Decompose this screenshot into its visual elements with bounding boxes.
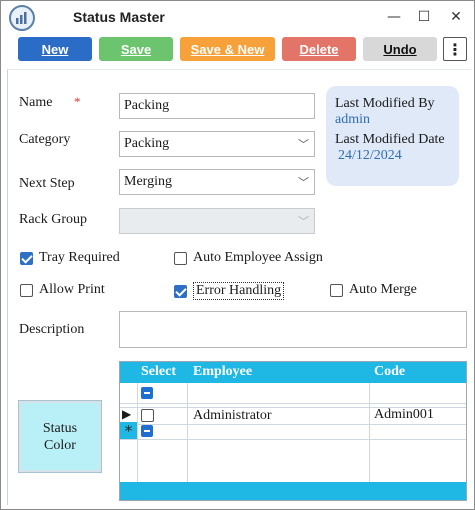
minimize-button[interactable]: —	[381, 5, 407, 29]
category-select[interactable]: Packing ﹀	[119, 131, 315, 157]
last-modified-date-label: Last Modified Date	[335, 132, 445, 147]
next-step-label: Next Step	[19, 176, 75, 191]
last-modified-by-label: Last Modified By	[335, 96, 435, 111]
name-label: Name	[19, 95, 53, 110]
auto-merge-checkbox[interactable]: Auto Merge	[330, 282, 417, 298]
next-step-value: Merging	[124, 174, 172, 189]
toolbar: New Save Save & New Delete Undo ⋮	[1, 35, 474, 65]
chevron-down-icon: ﹀	[298, 138, 309, 151]
checkbox-checked-icon	[174, 284, 187, 298]
save-button[interactable]: Save	[99, 37, 173, 61]
grid-footer	[120, 482, 466, 500]
new-button[interactable]: New	[18, 37, 92, 61]
category-label: Category	[19, 132, 71, 147]
employee-cell: Administrator	[193, 408, 272, 423]
app-logo-icon	[9, 5, 35, 31]
maximize-button[interactable]: ☐	[411, 5, 437, 29]
status-master-window: Status Master — ☐ ✕ New Save Save & New …	[0, 0, 475, 510]
new-row-marker-icon: *	[120, 422, 137, 440]
name-field[interactable]: Packing	[119, 93, 315, 119]
title-bar: Status Master — ☐ ✕	[1, 1, 474, 33]
grid-divider	[120, 439, 466, 440]
grid-divider	[120, 424, 466, 425]
category-value: Packing	[124, 136, 170, 151]
error-handling-checkbox[interactable]: Error Handling	[174, 282, 285, 300]
grid-divider	[137, 383, 138, 483]
window-title: Status Master	[73, 9, 165, 25]
grid-divider	[187, 383, 188, 483]
checkbox-unchecked-icon	[20, 283, 33, 297]
checkbox-unchecked-icon	[174, 251, 187, 265]
checkbox-checked-icon	[20, 251, 33, 265]
chevron-down-icon: ﹀	[298, 176, 309, 189]
last-modified-by-value: admin	[335, 112, 370, 127]
grid-divider	[369, 383, 370, 483]
auto-merge-label: Auto Merge	[349, 282, 417, 297]
code-cell: Admin001	[374, 407, 434, 422]
auto-employee-assign-label: Auto Employee Assign	[193, 250, 323, 265]
save-and-new-button[interactable]: Save & New	[180, 37, 275, 61]
status-color-button[interactable]: Status Color	[18, 400, 102, 473]
tray-required-label: Tray Required	[39, 250, 120, 265]
delete-button[interactable]: Delete	[282, 37, 356, 61]
allow-print-checkbox[interactable]: Allow Print	[20, 282, 105, 298]
status-color-label-line1: Status	[42, 420, 78, 436]
current-row-arrow-icon: ▶	[122, 407, 132, 421]
checkbox-unchecked-icon	[330, 283, 343, 297]
last-modified-card: Last Modified By admin Last Modified Dat…	[326, 86, 459, 186]
status-color-label-line2: Color	[44, 437, 76, 453]
close-button[interactable]: ✕	[443, 5, 469, 29]
new-row-toggle-icon[interactable]	[141, 425, 153, 437]
undo-button[interactable]: Undo	[363, 37, 437, 61]
grid-divider	[120, 403, 466, 404]
next-step-select[interactable]: Merging ﹀	[119, 169, 315, 195]
more-options-button[interactable]: ⋮	[443, 37, 467, 61]
column-header-select[interactable]: Select	[141, 364, 176, 380]
rack-group-label: Rack Group	[19, 212, 88, 227]
required-mark: *	[74, 94, 81, 109]
filter-toggle-icon[interactable]	[141, 387, 153, 399]
auto-employee-assign-checkbox[interactable]: Auto Employee Assign	[174, 250, 323, 266]
chevron-down-icon: ﹀	[298, 215, 309, 228]
last-modified-date-value: 24/12/2024	[338, 148, 402, 163]
error-handling-label: Error Handling	[193, 282, 285, 300]
grid-header: Select Employee Code	[120, 362, 466, 383]
row-select-checkbox[interactable]	[141, 409, 154, 422]
description-label: Description	[19, 322, 85, 337]
tray-required-checkbox[interactable]: Tray Required	[20, 250, 120, 266]
column-header-employee[interactable]: Employee	[193, 364, 252, 380]
allow-print-label: Allow Print	[39, 282, 105, 297]
rack-group-select[interactable]: ﹀	[119, 208, 315, 234]
employee-grid: Select Employee Code ▶ Administrator Adm…	[119, 361, 467, 501]
column-header-code[interactable]: Code	[374, 364, 405, 380]
description-field[interactable]	[119, 311, 467, 348]
